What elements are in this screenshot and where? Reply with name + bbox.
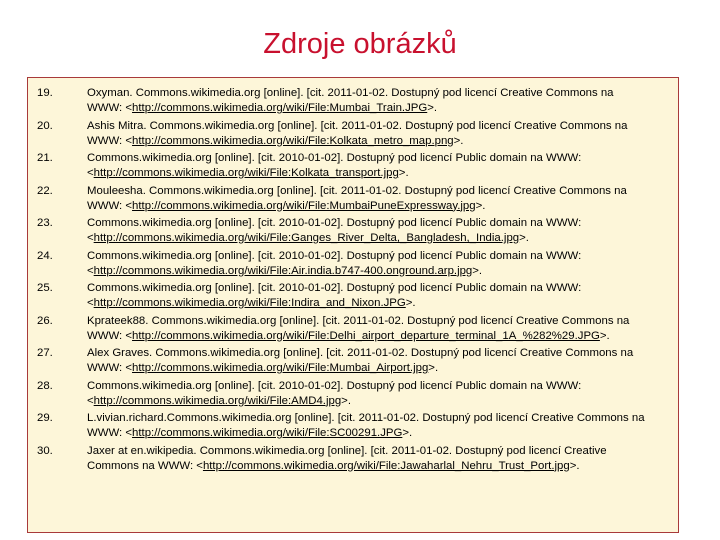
reference-text: Commons.wikimedia.org [online]. [cit. 20… bbox=[87, 216, 677, 246]
reference-url-line: Commons na WWW: <http://commons.wikimedi… bbox=[87, 459, 677, 474]
reference-url-line: <http://commons.wikimedia.org/wiki/File:… bbox=[87, 296, 677, 311]
url-prefix: < bbox=[87, 232, 94, 244]
reference-link[interactable]: http://commons.wikimedia.org/wiki/File:I… bbox=[94, 297, 406, 309]
reference-line: Commons.wikimedia.org [online]. [cit. 20… bbox=[87, 282, 582, 294]
reference-line: Commons.wikimedia.org [online]. [cit. 20… bbox=[87, 217, 582, 229]
reference-text: Commons.wikimedia.org [online]. [cit. 20… bbox=[87, 379, 677, 409]
reference-link[interactable]: http://commons.wikimedia.org/wiki/File:K… bbox=[94, 167, 399, 179]
url-suffix: >. bbox=[427, 102, 438, 114]
reference-text: Jaxer at en.wikipedia. Commons.wikimedia… bbox=[87, 444, 677, 474]
reference-number: 30. bbox=[37, 444, 53, 457]
reference-number: 23. bbox=[37, 217, 53, 229]
reference-url-line: <http://commons.wikimedia.org/wiki/File:… bbox=[87, 394, 677, 409]
url-suffix: >. bbox=[519, 232, 529, 244]
url-prefix: WWW: < bbox=[87, 199, 133, 212]
reference-url-line: <http://commons.wikimedia.org/wiki/File:… bbox=[87, 264, 677, 279]
url-suffix: >. bbox=[398, 167, 409, 179]
reference-link[interactable]: http://commons.wikimedia.org/wiki/File:M… bbox=[132, 102, 427, 114]
url-prefix: WWW: < bbox=[87, 134, 133, 147]
reference-number: 20. bbox=[37, 119, 53, 132]
reference-link[interactable]: http://commons.wikimedia.org/wiki/File:M… bbox=[132, 362, 428, 374]
reference-link[interactable]: http://commons.wikimedia.org/wiki/File:A… bbox=[94, 395, 342, 407]
url-suffix: >. bbox=[475, 199, 486, 212]
reference-line: Jaxer at en.wikipedia. Commons.wikimedia… bbox=[87, 444, 607, 457]
reference-line: L.vivian.richard.Commons.wikimedia.org [… bbox=[87, 412, 645, 424]
reference-link[interactable]: http://commons.wikimedia.org/wiki/File:D… bbox=[132, 330, 600, 342]
reference-number: 25. bbox=[37, 282, 53, 294]
url-suffix: >. bbox=[402, 427, 413, 439]
reference-link[interactable]: http://commons.wikimedia.org/wiki/File:J… bbox=[203, 460, 570, 472]
url-prefix: WWW: < bbox=[87, 362, 133, 374]
url-suffix: >. bbox=[341, 394, 351, 407]
url-prefix: < bbox=[87, 167, 94, 179]
reference-number: 28. bbox=[37, 379, 53, 392]
url-suffix: >. bbox=[472, 264, 483, 277]
reference-number: 21. bbox=[37, 152, 53, 164]
url-prefix: Commons na WWW: < bbox=[87, 459, 203, 472]
reference-number: 27. bbox=[37, 347, 53, 359]
reference-url-line: WWW: <http://commons.wikimedia.org/wiki/… bbox=[87, 329, 677, 344]
url-suffix: >. bbox=[428, 362, 439, 374]
reference-url-line: WWW: <http://commons.wikimedia.org/wiki/… bbox=[87, 101, 677, 116]
reference-url-line: WWW: <http://commons.wikimedia.org/wiki/… bbox=[87, 361, 677, 376]
url-prefix: WWW: < bbox=[87, 427, 133, 439]
reference-text: Commons.wikimedia.org [online]. [cit. 20… bbox=[87, 281, 677, 311]
reference-text: Commons.wikimedia.org [online]. [cit. 20… bbox=[87, 249, 677, 279]
slide-title: Zdroje obrázků bbox=[263, 28, 457, 60]
reference-link[interactable]: http://commons.wikimedia.org/wiki/File:A… bbox=[94, 265, 473, 277]
url-suffix: >. bbox=[599, 329, 610, 342]
reference-text: Kprateek88. Commons.wikimedia.org [onlin… bbox=[87, 314, 677, 344]
url-suffix: >. bbox=[453, 134, 464, 147]
url-prefix: WWW: < bbox=[87, 102, 133, 114]
references-panel: 19. Oxyman. Commons.wikimedia.org [online… bbox=[27, 77, 679, 533]
reference-number: 24. bbox=[37, 249, 53, 262]
url-prefix: < bbox=[87, 297, 94, 309]
url-suffix: >. bbox=[569, 459, 580, 472]
reference-text: Alex Graves. Commons.wikimedia.org [onli… bbox=[87, 346, 677, 376]
reference-line: Kprateek88. Commons.wikimedia.org [onlin… bbox=[87, 314, 630, 327]
reference-url-line: WWW: <http://commons.wikimedia.org/wiki/… bbox=[87, 426, 677, 441]
reference-line: Alex Graves. Commons.wikimedia.org [onli… bbox=[87, 347, 634, 359]
url-prefix: WWW: < bbox=[87, 329, 133, 342]
reference-text: Commons.wikimedia.org [online]. [cit. 20… bbox=[87, 151, 677, 181]
reference-link[interactable]: http://commons.wikimedia.org/wiki/File:K… bbox=[132, 135, 454, 147]
reference-line: Mouleesha. Commons.wikimedia.org [online… bbox=[87, 184, 627, 197]
reference-line: Commons.wikimedia.org [online]. [cit. 20… bbox=[87, 379, 582, 392]
reference-link[interactable]: http://commons.wikimedia.org/wiki/File:S… bbox=[132, 427, 402, 439]
reference-text: Mouleesha. Commons.wikimedia.org [online… bbox=[87, 184, 677, 214]
reference-number: 29. bbox=[37, 412, 53, 424]
reference-number: 19. bbox=[37, 87, 53, 99]
reference-url-line: <http://commons.wikimedia.org/wiki/File:… bbox=[87, 166, 677, 181]
url-suffix: >. bbox=[405, 297, 416, 309]
reference-url-line: WWW: <http://commons.wikimedia.org/wiki/… bbox=[87, 134, 677, 149]
reference-url-line: <http://commons.wikimedia.org/wiki/File:… bbox=[87, 231, 677, 246]
reference-link[interactable]: http://commons.wikimedia.org/wiki/File:G… bbox=[94, 232, 519, 244]
url-prefix: < bbox=[87, 264, 94, 277]
reference-number: 26. bbox=[37, 314, 53, 327]
reference-text: Oxyman. Commons.wikimedia.org [online]. … bbox=[87, 86, 677, 116]
reference-line: Ashis Mitra. Commons.wikimedia.org [onli… bbox=[87, 119, 628, 132]
reference-link[interactable]: http://commons.wikimedia.org/wiki/File:M… bbox=[132, 200, 476, 212]
reference-line: Commons.wikimedia.org [online]. [cit. 20… bbox=[87, 249, 582, 262]
url-prefix: < bbox=[87, 394, 94, 407]
reference-text: Ashis Mitra. Commons.wikimedia.org [onli… bbox=[87, 119, 677, 149]
reference-text: L.vivian.richard.Commons.wikimedia.org [… bbox=[87, 411, 677, 441]
reference-number: 22. bbox=[37, 184, 53, 197]
reference-url-line: WWW: <http://commons.wikimedia.org/wiki/… bbox=[87, 199, 677, 214]
reference-line: Oxyman. Commons.wikimedia.org [online]. … bbox=[87, 87, 614, 99]
reference-line: Commons.wikimedia.org [online]. [cit. 20… bbox=[87, 152, 582, 164]
